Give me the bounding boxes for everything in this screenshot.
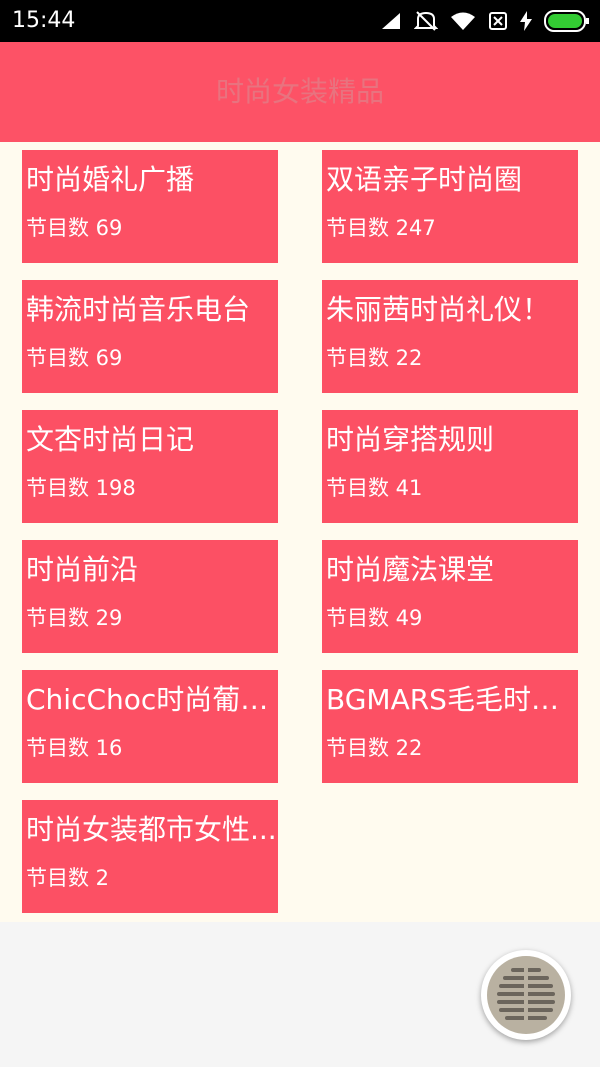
item-title: 韩流时尚音乐电台: [26, 293, 251, 326]
item-count: 节目数 22: [326, 736, 423, 760]
item-count: 节目数 69: [26, 346, 123, 370]
item-title: 时尚前沿: [26, 553, 139, 586]
item-title: 时尚穿搭规则: [326, 423, 495, 456]
list-item[interactable]: ChicChoc时尚葡萄... 节目数 16: [22, 670, 278, 783]
list-item[interactable]: 朱丽茜时尚礼仪！ 节目数 22: [322, 280, 578, 393]
list-item[interactable]: BGMARS毛毛时尚... 节目数 22: [322, 670, 578, 783]
item-title: 时尚女装都市女性...: [26, 813, 277, 846]
item-title: BGMARS毛毛时尚...: [326, 683, 578, 716]
item-title: 时尚婚礼广播: [26, 163, 195, 196]
page-title: 时尚女装精品: [215, 75, 384, 108]
sim-off-icon: [488, 11, 508, 31]
item-count: 节目数 16: [26, 736, 123, 760]
signal-icon: [380, 11, 402, 31]
item-count: 节目数 247: [326, 216, 436, 240]
item-title: 朱丽茜时尚礼仪！: [326, 293, 551, 326]
status-bar: 15:44: [0, 0, 600, 42]
status-icons: [380, 8, 590, 34]
item-title: 时尚魔法课堂: [326, 553, 495, 586]
item-count: 节目数 41: [326, 476, 423, 500]
list-item[interactable]: 时尚前沿 节目数 29: [22, 540, 278, 653]
status-time: 15:44: [12, 8, 76, 33]
list-item[interactable]: 时尚穿搭规则 节目数 41: [322, 410, 578, 523]
item-count: 节目数 198: [26, 476, 136, 500]
list-item[interactable]: 文杏时尚日记 节目数 198: [22, 410, 278, 523]
list-item[interactable]: 双语亲子时尚圈 节目数 247: [322, 150, 578, 263]
list-item[interactable]: 时尚魔法课堂 节目数 49: [322, 540, 578, 653]
item-count: 节目数 49: [326, 606, 423, 630]
radio-grille-icon: [487, 956, 565, 1034]
item-count: 节目数 29: [26, 606, 123, 630]
list-item[interactable]: 时尚婚礼广播 节目数 69: [22, 150, 278, 263]
mute-icon: [414, 10, 438, 32]
radio-fab-button[interactable]: [481, 950, 571, 1040]
list-item[interactable]: 时尚女装都市女性... 节目数 2: [22, 800, 278, 913]
program-grid: 时尚婚礼广播 节目数 69 双语亲子时尚圈 节目数 247 韩流时尚音乐电台 节…: [0, 142, 600, 922]
wifi-icon: [450, 11, 476, 31]
list-item[interactable]: 韩流时尚音乐电台 节目数 69: [22, 280, 278, 393]
item-title: 文杏时尚日记: [26, 423, 195, 456]
item-count: 节目数 22: [326, 346, 423, 370]
item-count: 节目数 2: [26, 866, 110, 890]
item-title: 双语亲子时尚圈: [326, 163, 523, 196]
app-bar: 时尚女装精品: [0, 42, 600, 142]
charging-icon: [520, 11, 532, 31]
item-count: 节目数 69: [26, 216, 123, 240]
item-title: ChicChoc时尚葡萄...: [26, 683, 278, 716]
battery-icon: [544, 10, 590, 32]
